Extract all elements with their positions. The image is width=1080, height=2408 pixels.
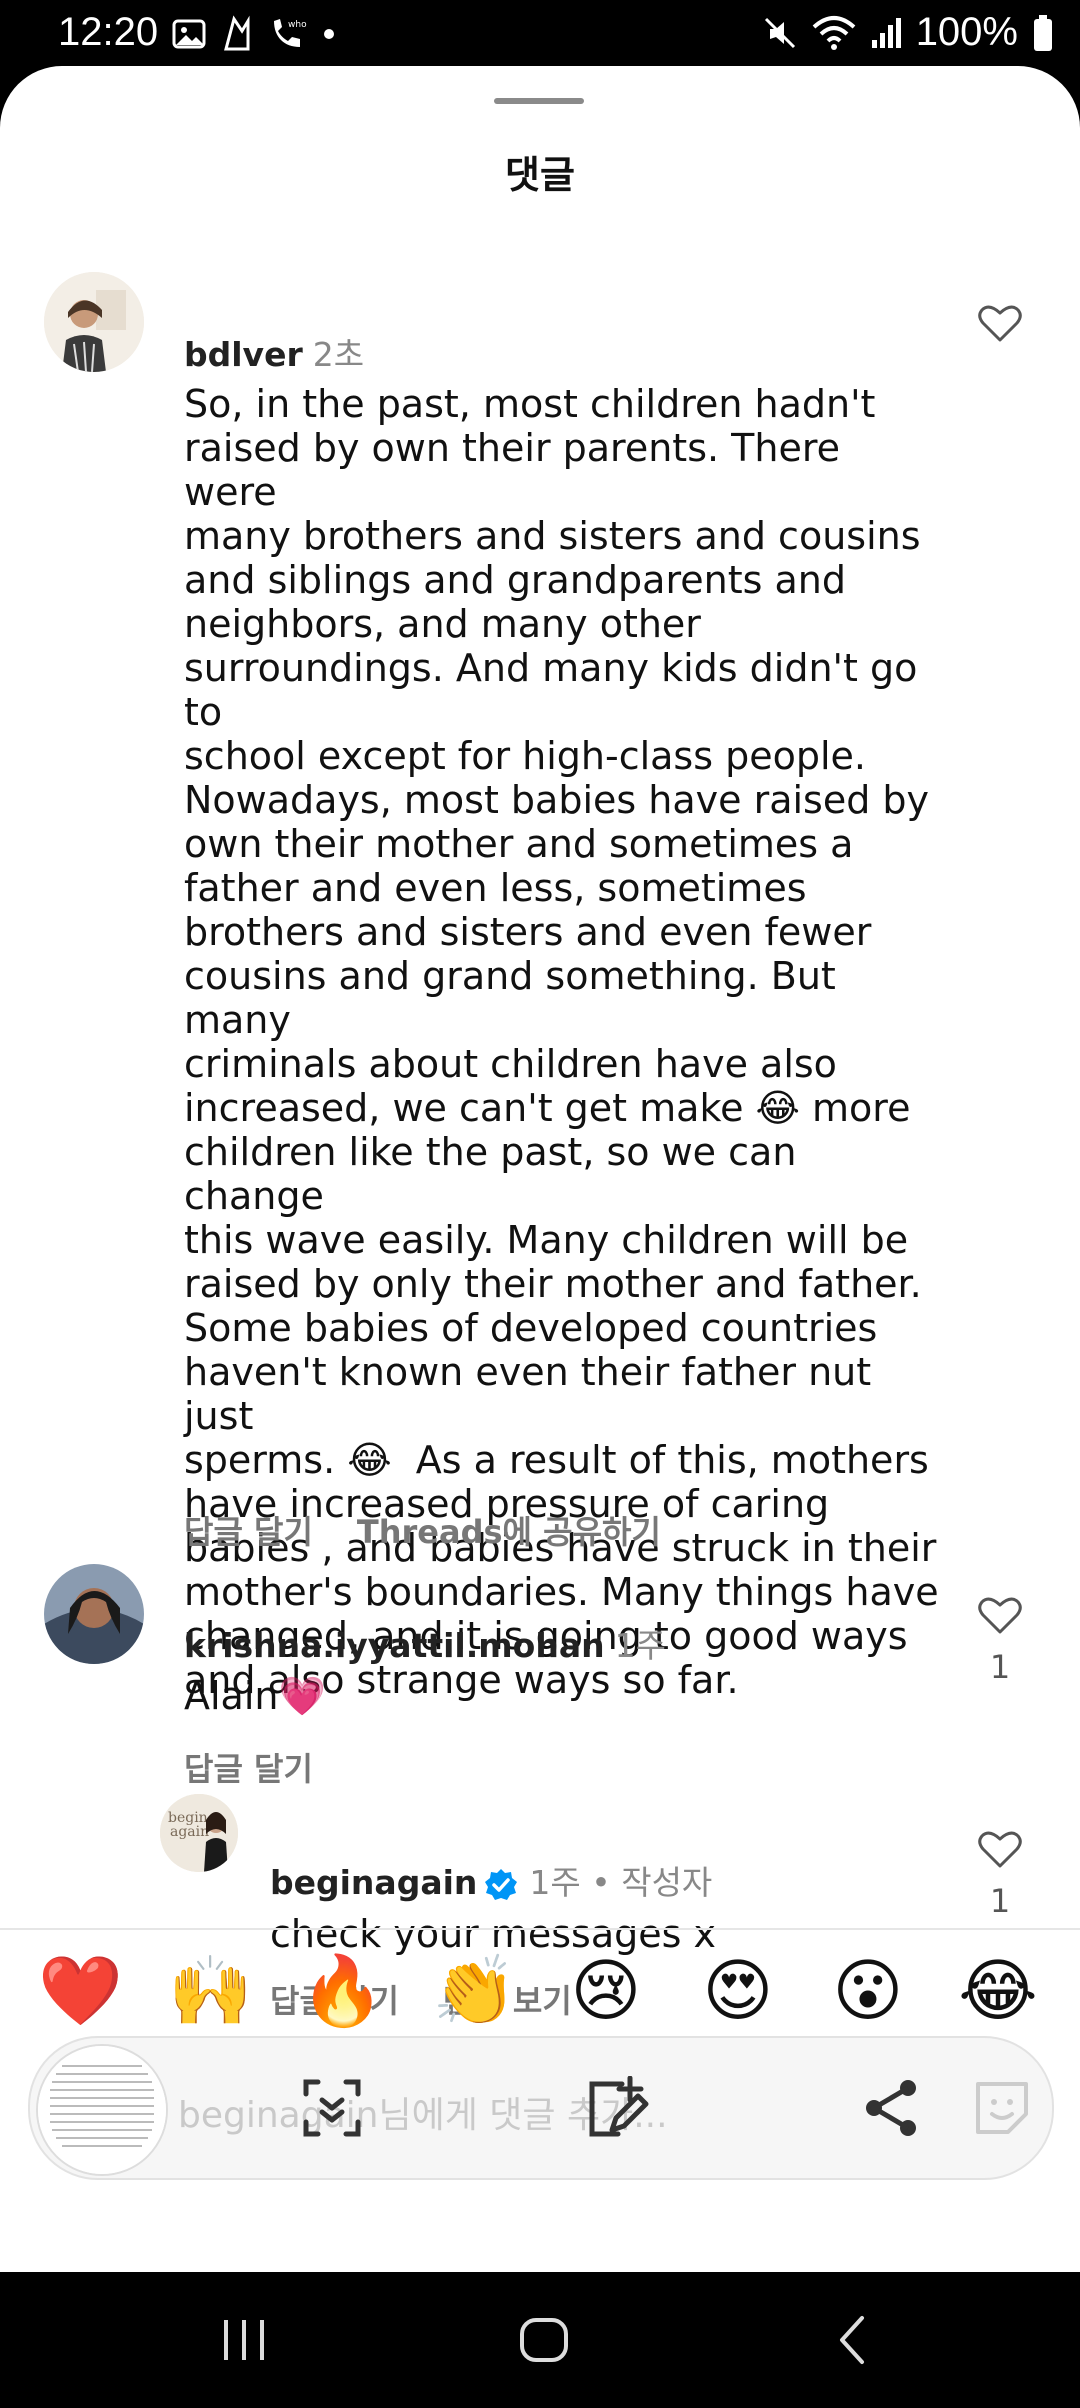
share-to-threads-button[interactable]: Threads에 공유하기 — [357, 1513, 661, 1551]
thumbnail-preview — [38, 2046, 166, 2174]
emoji-fire[interactable]: 🔥 — [300, 1950, 385, 2034]
svg-text:who: who — [288, 20, 307, 30]
comment-text: Alain💗 — [184, 1674, 326, 1718]
status-bar: 12:20 who 100% — [0, 0, 1080, 70]
status-time: 12:20 — [58, 10, 159, 54]
like-control[interactable] — [970, 302, 1030, 348]
heart-outline-icon[interactable] — [977, 1594, 1023, 1636]
comment-input-bar[interactable]: beginagain님에게 댓글 추가... — [28, 2036, 1054, 2180]
battery-percent: 100% — [915, 10, 1018, 54]
avatar-image: begin again — [160, 1794, 238, 1872]
comment-actions: 답글 달기 Threads에 공유하기 — [184, 1507, 705, 1553]
divider — [0, 1928, 1080, 1930]
notification-icons: who — [172, 14, 336, 54]
avatar[interactable] — [44, 272, 144, 372]
back-icon[interactable] — [832, 2312, 872, 2368]
reply-button[interactable]: 답글 달기 — [184, 1750, 313, 1788]
reply-button[interactable]: 답글 달기 — [184, 1513, 313, 1551]
comment-time: 1주 • 작성자 — [529, 1863, 713, 1902]
heart-outline-icon[interactable] — [977, 302, 1023, 344]
svg-text:again: again — [170, 1824, 209, 1840]
app-icon — [224, 15, 250, 51]
home-icon[interactable] — [518, 2312, 570, 2368]
like-count: 1 — [989, 1648, 1011, 1686]
emoji-laughing[interactable]: 😂 — [956, 1950, 1040, 2034]
screenshot-thumbnail[interactable] — [36, 2044, 168, 2176]
comments-sheet: 댓글 bdlver 2초 So, in the past, most childr… — [0, 66, 1080, 2272]
sheet-title: 댓글 — [505, 153, 575, 197]
system-icons: 100% — [762, 10, 1054, 55]
emoji-crying[interactable]: 😢 — [564, 1950, 648, 2034]
battery-icon — [1034, 14, 1052, 51]
emoji-surprised[interactable]: 😮 — [826, 1950, 910, 2034]
emoji-clap[interactable]: 👏 — [432, 1950, 517, 2034]
share-icon[interactable] — [860, 2076, 924, 2140]
comment-username[interactable]: beginagain — [270, 1863, 477, 1902]
system-nav-bar — [0, 2272, 1080, 2408]
comment-text: So, in the past, most children hadn't ra… — [184, 382, 939, 1702]
mute-icon — [764, 17, 795, 48]
avatar[interactable]: begin again — [160, 1794, 238, 1872]
emoji-heart-eyes[interactable]: 😍 — [696, 1950, 780, 2034]
verified-badge-icon — [485, 1868, 518, 1900]
comment-time: 1주 — [614, 1626, 666, 1665]
emoji-raised-hands[interactable]: 🙌 — [168, 1950, 253, 2034]
scroll-capture-icon[interactable] — [300, 2076, 364, 2140]
comment-time: 2초 — [312, 335, 365, 374]
wifi-icon — [812, 15, 856, 50]
like-control[interactable]: 1 — [970, 1594, 1030, 1686]
emoji-heart[interactable]: ❤️ — [38, 1950, 123, 2034]
recent-apps-icon[interactable] — [220, 2312, 268, 2368]
like-control[interactable]: 1 — [970, 1828, 1030, 1920]
comment-username[interactable]: bdlver — [184, 335, 303, 374]
avatar-image — [44, 1564, 144, 1664]
signal-icon — [871, 17, 901, 48]
drag-handle[interactable] — [494, 98, 584, 104]
comment-actions: 답글 달기 — [184, 1744, 357, 1790]
gallery-icon — [172, 19, 206, 49]
avatar[interactable] — [44, 1564, 144, 1664]
edit-screenshot-icon[interactable] — [582, 2076, 652, 2146]
like-count: 1 — [989, 1882, 1011, 1920]
comment-username[interactable]: krishna.iyyattil.mohan — [184, 1626, 605, 1665]
whowho-call-icon: who — [274, 19, 307, 47]
sticker-icon[interactable] — [970, 2076, 1034, 2140]
dot-icon — [324, 29, 334, 39]
heart-outline-icon[interactable] — [977, 1828, 1023, 1870]
avatar-image — [44, 272, 144, 372]
